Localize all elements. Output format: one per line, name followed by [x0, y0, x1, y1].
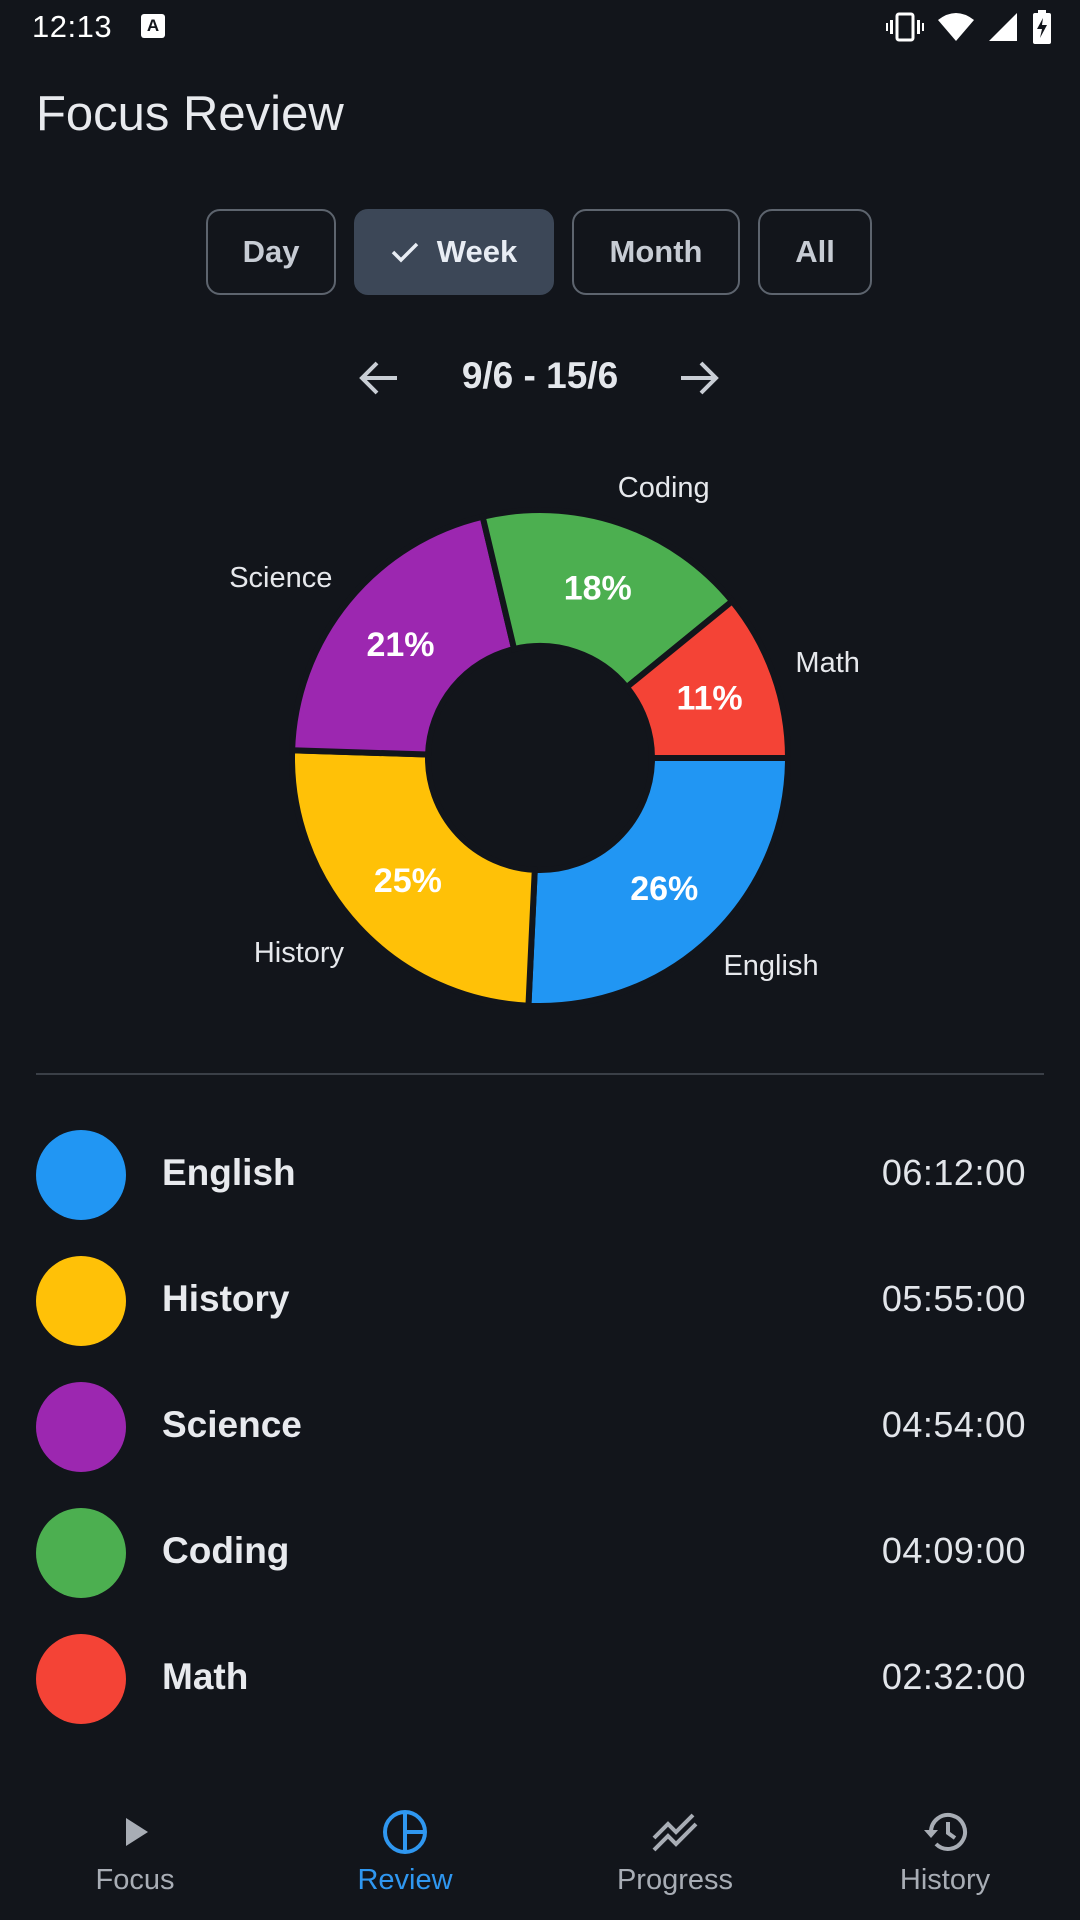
check-icon	[391, 241, 419, 263]
notification-icon: A	[141, 14, 165, 38]
battery-charging-icon	[1033, 10, 1051, 44]
slice-percent-label: 18%	[564, 570, 632, 608]
slice-category-label: Math	[795, 647, 859, 679]
list-item[interactable]: Math 02:32:00	[0, 1628, 1080, 1754]
nav-progress-label: Progress	[616, 1864, 734, 1896]
vibrate-icon	[886, 12, 924, 42]
focus-review-screen: 12:13 A Focus Review Day Week Month All …	[0, 0, 1080, 1920]
filter-day-label: Day	[242, 234, 300, 269]
date-range-nav: 9/6 - 15/6	[0, 345, 1080, 409]
filter-day-button[interactable]: Day	[206, 209, 336, 295]
list-item[interactable]: History 05:55:00	[0, 1250, 1080, 1376]
list-item[interactable]: Science 04:54:00	[0, 1376, 1080, 1502]
wifi-icon	[938, 13, 974, 41]
history-icon	[921, 1808, 969, 1856]
divider	[36, 1073, 1044, 1075]
nav-history-label: History	[899, 1864, 991, 1896]
color-dot	[36, 1256, 126, 1346]
color-dot	[36, 1508, 126, 1598]
slice-category-label: History	[254, 937, 345, 969]
slice-percent-label: 26%	[630, 870, 698, 908]
nav-history[interactable]: History	[810, 1790, 1080, 1920]
nav-progress[interactable]: Progress	[540, 1790, 810, 1920]
color-dot	[36, 1130, 126, 1220]
bottom-navigation: Focus Review Progress History	[0, 1790, 1080, 1920]
color-dot	[36, 1382, 126, 1472]
play-icon	[111, 1808, 159, 1856]
filter-all-button[interactable]: All	[758, 209, 872, 295]
arrow-right-icon	[681, 361, 719, 395]
signal-icon	[989, 13, 1017, 41]
subject-time-list: English 06:12:00 History 05:55:00 Scienc…	[0, 1124, 1080, 1754]
trending-icon	[651, 1808, 699, 1856]
filter-month-button[interactable]: Month	[572, 209, 740, 295]
subject-time: 02:32:00	[881, 1656, 1026, 1697]
slice-percent-label: 11%	[676, 680, 742, 718]
next-range-button[interactable]	[676, 355, 722, 401]
subject-time: 04:09:00	[881, 1530, 1026, 1571]
nav-review[interactable]: Review	[270, 1790, 540, 1920]
subject-time: 06:12:00	[881, 1152, 1026, 1193]
page-title: Focus Review	[36, 87, 344, 141]
donut-chart-svg: 26% English 25% History 21% Science 18% Coding 1…	[229, 472, 860, 1009]
slice-category-label: Coding	[618, 472, 710, 504]
subject-name: English	[162, 1152, 296, 1193]
slice-percent-label: 25%	[374, 862, 442, 900]
status-bar: 12:13 A	[0, 0, 1080, 56]
color-dot	[36, 1634, 126, 1724]
subject-time: 04:54:00	[881, 1404, 1026, 1445]
filter-month-label: Month	[609, 234, 703, 269]
focus-donut-chart: 26% English 25% History 21% Science 18% Coding 1…	[0, 460, 1080, 1020]
period-filter: Day Week Month All	[206, 209, 872, 295]
subject-name: Math	[162, 1656, 249, 1697]
subject-time: 05:55:00	[881, 1278, 1026, 1319]
subject-name: Coding	[162, 1530, 290, 1571]
date-range-label: 9/6 - 15/6	[461, 355, 619, 396]
list-item[interactable]: Coding 04:09:00	[0, 1502, 1080, 1628]
status-time: 12:13	[32, 9, 113, 44]
filter-week-label: Week	[436, 234, 518, 269]
nav-review-label: Review	[357, 1864, 453, 1896]
nav-focus-label: Focus	[95, 1864, 175, 1896]
status-icons	[886, 8, 1052, 46]
slice-category-label: English	[723, 950, 818, 982]
pie-chart-icon	[381, 1808, 429, 1856]
nav-focus[interactable]: Focus	[0, 1790, 270, 1920]
slice-percent-label: 21%	[366, 626, 434, 664]
filter-all-label: All	[795, 234, 835, 269]
subject-name: History	[162, 1278, 290, 1319]
list-item[interactable]: English 06:12:00	[0, 1124, 1080, 1250]
slice-category-label: Science	[229, 562, 332, 594]
subject-name: Science	[162, 1404, 302, 1445]
filter-week-button[interactable]: Week	[354, 209, 554, 295]
